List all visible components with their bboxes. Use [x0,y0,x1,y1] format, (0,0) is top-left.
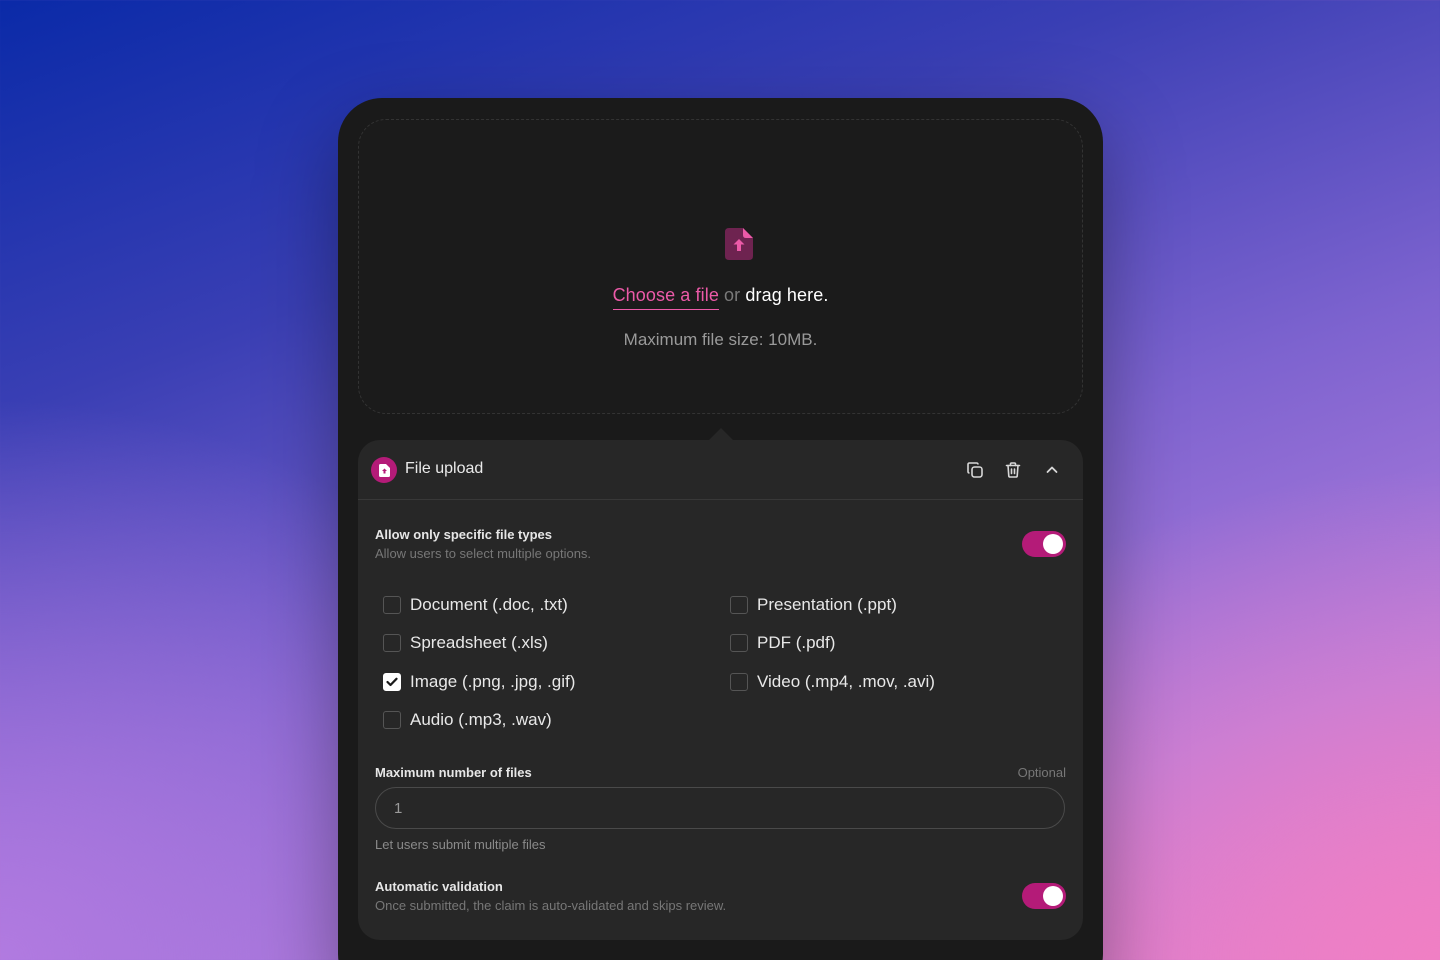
option-label: PDF (.pdf) [757,633,836,652]
file-types-title: Allow only specific file types [375,527,552,542]
max-file-size-text: Maximum file size: 10MB. [623,330,818,349]
option-image[interactable]: Image (.png, .jpg, .gif) [383,670,575,694]
toggle-knob [1043,534,1063,554]
max-files-label: Maximum number of files [375,765,532,780]
option-label: Presentation (.ppt) [757,595,897,614]
max-files-help: Let users submit multiple files [375,837,546,852]
choose-file-link[interactable]: Choose a file [612,285,719,310]
file-dropzone[interactable]: Choose a file or drag here. Maximum file… [358,119,1083,414]
option-document[interactable]: Document (.doc, .txt) [383,593,568,617]
or-text: or [724,285,741,305]
toggle-knob [1043,886,1063,906]
delete-button[interactable] [1002,459,1024,481]
option-pdf[interactable]: PDF (.pdf) [730,631,835,655]
option-presentation[interactable]: Presentation (.ppt) [730,593,897,617]
checkbox-audio[interactable] [383,711,401,729]
optional-tag: Optional [1017,765,1066,780]
drag-here-text: drag here. [745,285,829,305]
collapse-button[interactable] [1041,459,1063,481]
option-label: Video (.mp4, .mov, .avi) [757,672,935,691]
checkbox-presentation[interactable] [730,596,748,614]
option-label: Image (.png, .jpg, .gif) [410,672,576,691]
option-video[interactable]: Video (.mp4, .mov, .avi) [730,670,935,694]
checkbox-document[interactable] [383,596,401,614]
choose-file-line: Choose a file or drag here. [359,285,1082,310]
checkbox-spreadsheet[interactable] [383,634,401,652]
file-upload-badge-icon [371,457,397,483]
file-upload-icon [725,228,753,260]
option-spreadsheet[interactable]: Spreadsheet (.xls) [383,631,548,655]
option-audio[interactable]: Audio (.mp3, .wav) [383,708,552,732]
panel-header: File upload [358,440,1083,500]
file-upload-settings-panel: File upload Allow only specific file typ… [358,440,1083,940]
duplicate-button[interactable] [964,459,986,481]
option-label: Audio (.mp3, .wav) [410,710,552,729]
option-label: Spreadsheet (.xls) [410,633,548,652]
checkmark-icon [386,677,398,687]
auto-validation-toggle[interactable] [1022,883,1066,909]
checkbox-video[interactable] [730,673,748,691]
panel-title: File upload [405,460,484,477]
chevron-up-icon [1046,466,1058,473]
checkbox-pdf[interactable] [730,634,748,652]
file-types-subtitle: Allow users to select multiple options. [375,546,592,561]
option-label: Document (.doc, .txt) [410,595,568,614]
duplicate-icon [967,462,983,478]
auto-validation-subtitle: Once submitted, the claim is auto-valida… [375,898,727,913]
checkbox-image[interactable] [383,673,401,691]
max-files-input[interactable] [375,787,1065,829]
trash-icon [1005,462,1021,478]
file-types-toggle[interactable] [1022,531,1066,557]
auto-validation-title: Automatic validation [375,879,503,894]
form-builder-card: Choose a file or drag here. Maximum file… [338,98,1103,960]
